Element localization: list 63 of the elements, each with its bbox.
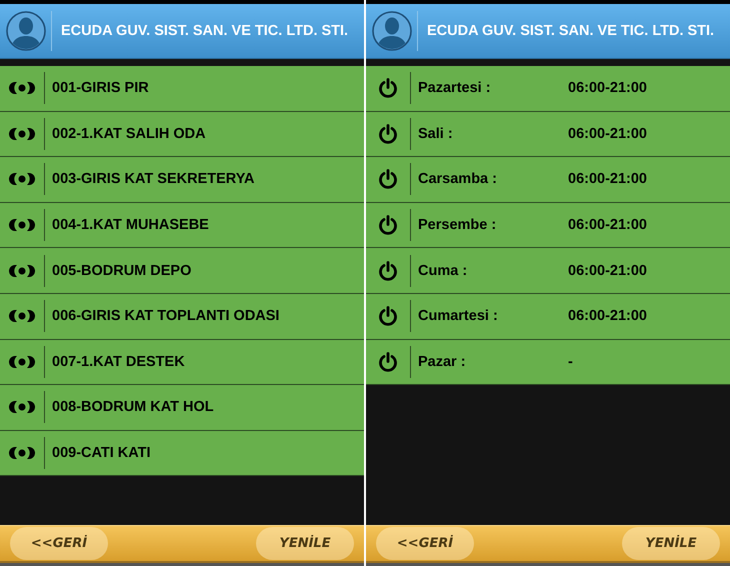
list-row[interactable]: 006-GIRIS KAT TOPLANTI ODASI	[0, 294, 364, 340]
dots-icon	[6, 81, 38, 96]
day-label: Sali :	[418, 126, 454, 142]
hours-text: 06:00-21:00	[568, 80, 647, 96]
power-icon	[378, 306, 398, 326]
zone-label: 005-BODRUM DEPO	[52, 262, 192, 279]
dots-icon	[6, 264, 38, 278]
hours-text: 06:00-21:00	[568, 217, 647, 234]
list-row[interactable]: Pazartesi : 06:00-21:00	[366, 66, 730, 112]
header-title: ECUDA GUV. SIST. SAN. VE TIC. LTD. STI.	[427, 23, 714, 39]
power-icon	[378, 124, 398, 144]
day-label: Pazartesi :	[418, 80, 492, 96]
power-icon	[378, 260, 398, 281]
zone-label: 004-1.KAT MUHASEBE	[52, 217, 209, 234]
list-row[interactable]: 004-1.KAT MUHASEBE	[0, 202, 364, 248]
dots-icon	[6, 354, 38, 369]
dots-icon	[6, 400, 38, 414]
list-row[interactable]: Persembe : 06:00-21:00	[366, 202, 730, 248]
zone-label: 001-GIRIS PIR	[52, 80, 149, 96]
dots-icon	[6, 172, 38, 186]
refresh-button[interactable]: YENİLE	[622, 527, 720, 560]
day-label: Cuma :	[418, 262, 468, 279]
header-title: ECUDA GUV. SIST. SAN. VE TIC. LTD. STI.	[61, 23, 348, 39]
day-label: Carsamba :	[418, 171, 498, 188]
list-row[interactable]: 002-1.KAT SALIH ODA	[0, 112, 364, 158]
back-button[interactable]: <<GERİ	[376, 527, 474, 560]
zone-label: 009-CATI KATI	[52, 445, 151, 462]
avatar-icon	[372, 11, 412, 51]
power-icon	[378, 215, 398, 236]
list-row[interactable]: 003-GIRIS KAT SEKRETERYA	[0, 157, 364, 203]
dots-icon	[6, 309, 38, 324]
hours-text: 06:00-21:00	[568, 171, 647, 188]
list-row[interactable]: 007-1.KAT DESTEK	[0, 340, 364, 386]
list-row[interactable]: Sali : 06:00-21:00	[366, 112, 730, 158]
list-row[interactable]: 008-BODRUM KAT HOL	[0, 385, 364, 431]
day-label: Pazar :	[418, 354, 467, 370]
day-label: Persembe :	[418, 217, 498, 234]
refresh-button[interactable]: YENİLE	[256, 527, 354, 560]
back-button[interactable]: <<GERİ	[10, 527, 108, 560]
list-row[interactable]: Cuma : 06:00-21:00	[366, 248, 730, 294]
zone-label: 003-GIRIS KAT SEKRETERYA	[52, 171, 255, 188]
zone-label: 008-BODRUM KAT HOL	[52, 399, 214, 416]
power-icon	[378, 169, 398, 190]
hours-text: -	[568, 354, 573, 370]
list-row[interactable]: Pazar : -	[366, 340, 730, 386]
list-row[interactable]: Carsamba : 06:00-21:00	[366, 157, 730, 203]
zone-label: 006-GIRIS KAT TOPLANTI ODASI	[52, 308, 280, 324]
list-row[interactable]: 001-GIRIS PIR	[0, 66, 364, 112]
avatar-icon	[6, 11, 46, 51]
power-icon	[378, 78, 398, 98]
list-row[interactable]: Cumartesi : 06:00-21:00	[366, 294, 730, 340]
dots-icon	[6, 126, 38, 141]
hours-text: 06:00-21:00	[568, 262, 647, 279]
list-row[interactable]: 005-BODRUM DEPO	[0, 248, 364, 294]
dots-icon	[6, 446, 38, 460]
zone-label: 007-1.KAT DESTEK	[52, 354, 185, 370]
hours-text: 06:00-21:00	[568, 308, 647, 324]
list-row[interactable]: 009-CATI KATI	[0, 430, 364, 476]
hours-text: 06:00-21:00	[568, 126, 647, 142]
dots-icon	[6, 218, 38, 232]
zone-label: 002-1.KAT SALIH ODA	[52, 126, 206, 142]
power-icon	[378, 352, 398, 372]
day-label: Cumartesi :	[418, 308, 499, 324]
